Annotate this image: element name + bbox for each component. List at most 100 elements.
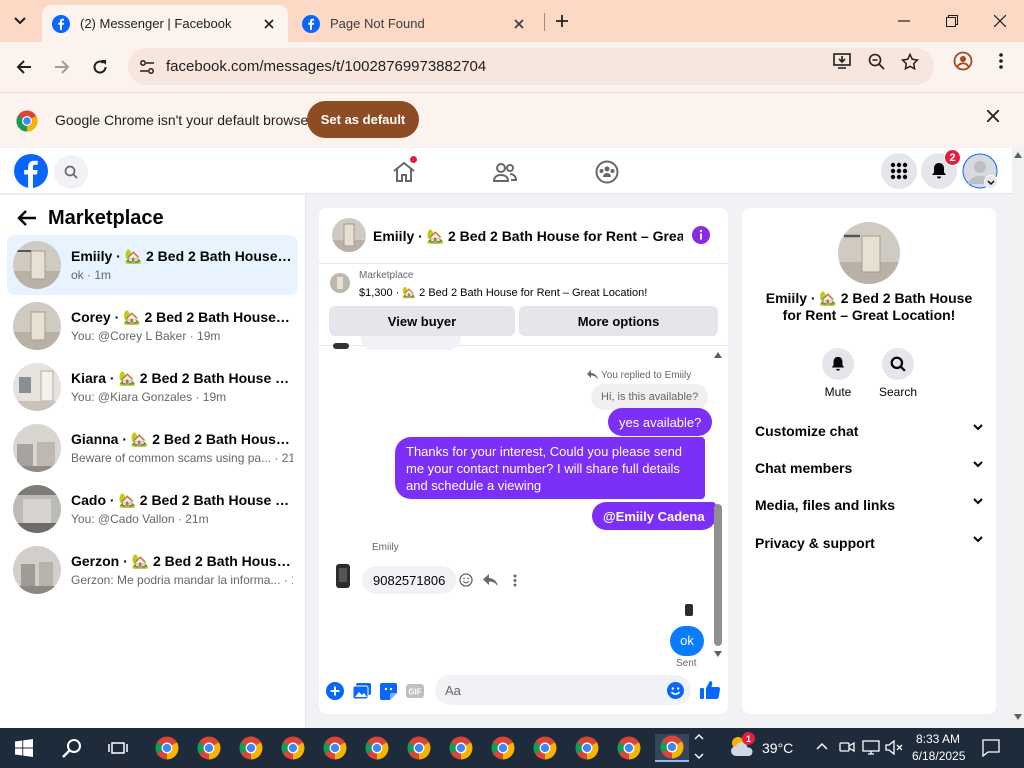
- section-chat-members[interactable]: Chat members: [755, 453, 983, 481]
- message-bubble-outgoing[interactable]: @Emiily Cadena: [592, 502, 716, 530]
- scroll-down-icon[interactable]: [714, 651, 722, 657]
- meet-now-icon[interactable]: [839, 740, 855, 754]
- section-media-files-links[interactable]: Media, files and links: [755, 490, 983, 518]
- reload-button[interactable]: [84, 51, 116, 83]
- section-privacy-support[interactable]: Privacy & support: [755, 528, 983, 556]
- react-icon[interactable]: [459, 573, 473, 587]
- facebook-logo-icon[interactable]: [14, 154, 48, 188]
- chrome-menu-button[interactable]: [988, 48, 1014, 74]
- page-scrollbar[interactable]: [1012, 148, 1024, 728]
- listing-title[interactable]: $1,300 · 🏡 2 Bed 2 Bath House for Rent –…: [359, 286, 647, 299]
- chrome-taskbar-icon[interactable]: [237, 734, 265, 762]
- chevron-up-icon[interactable]: [816, 742, 828, 750]
- scroll-up-icon[interactable]: [1014, 152, 1022, 158]
- restore-button[interactable]: [928, 0, 976, 42]
- install-app-button[interactable]: [829, 48, 855, 74]
- volume-muted-icon[interactable]: [885, 740, 903, 755]
- message-bubble-incoming[interactable]: 9082571806: [362, 566, 457, 594]
- forward-button[interactable]: [46, 51, 78, 83]
- start-button[interactable]: [10, 734, 38, 762]
- chrome-taskbar-icon[interactable]: [489, 734, 517, 762]
- taskbar-search-button[interactable]: [58, 734, 86, 762]
- clock-date[interactable]: 6/18/2025: [912, 749, 965, 763]
- notifications-button[interactable]: 2: [921, 149, 961, 189]
- info-icon[interactable]: [692, 226, 710, 244]
- minimize-button[interactable]: [880, 0, 928, 42]
- chrome-taskbar-icon[interactable]: [405, 734, 433, 762]
- set-as-default-button[interactable]: Set as default: [307, 101, 419, 138]
- section-customize-chat[interactable]: Customize chat: [755, 416, 983, 444]
- chrome-taskbar-icon[interactable]: [363, 734, 391, 762]
- reply-icon[interactable]: [483, 574, 498, 587]
- menu-button[interactable]: [881, 153, 917, 189]
- view-buyer-button[interactable]: View buyer: [329, 306, 515, 336]
- new-tab-button[interactable]: [550, 9, 574, 33]
- chrome-taskbar-icon[interactable]: [573, 734, 601, 762]
- chrome-taskbar-icon[interactable]: [195, 734, 223, 762]
- task-view-button[interactable]: [104, 734, 132, 762]
- conversation-item[interactable]: Emiily · 🏡 2 Bed 2 Bath House for Rent –…: [7, 235, 298, 295]
- tab-search-button[interactable]: [6, 8, 34, 34]
- conversation-item[interactable]: Corey · 🏡 2 Bed 2 Bath House for Rent – …: [7, 296, 298, 356]
- nav-home[interactable]: [386, 154, 422, 190]
- close-tab-button[interactable]: [260, 15, 278, 33]
- conversation-item[interactable]: Gerzon · 🏡 2 Bed 2 Bath House for Rent –…: [7, 540, 298, 600]
- tab-messenger[interactable]: (2) Messenger | Facebook: [42, 5, 288, 42]
- search-in-conversation-button[interactable]: Search: [873, 348, 923, 399]
- sender-avatar[interactable]: [336, 564, 350, 588]
- network-icon[interactable]: [862, 740, 880, 755]
- message-input[interactable]: Aa: [435, 675, 691, 705]
- message-bubble-outgoing[interactable]: Thanks for your interest, Could you plea…: [395, 437, 705, 499]
- more-vertical-icon[interactable]: [513, 574, 517, 587]
- message-bubble-outgoing[interactable]: ok: [670, 626, 704, 656]
- scroll-down-icon[interactable]: [1014, 714, 1022, 720]
- tab-page-not-found[interactable]: Page Not Found: [292, 5, 538, 42]
- arrow-left-icon[interactable]: [16, 207, 38, 229]
- scroll-up-icon[interactable]: [714, 352, 722, 358]
- message-bubble-outgoing[interactable]: yes available?: [608, 408, 713, 436]
- close-icon[interactable]: [987, 110, 999, 122]
- clock-time[interactable]: 8:33 AM: [916, 732, 960, 746]
- weather-temperature[interactable]: 39°C: [762, 740, 793, 756]
- conversation-item[interactable]: Gianna · 🏡 2 Bed 2 Bath House for Rent –…: [7, 418, 298, 478]
- conversation-item[interactable]: Kiara · 🏡 2 Bed 2 Bath House for Rent – …: [7, 357, 298, 417]
- taskbar-overflow[interactable]: [694, 732, 704, 764]
- chrome-taskbar-icon[interactable]: [279, 734, 307, 762]
- mute-button[interactable]: Mute: [813, 348, 863, 399]
- notifications-center-icon[interactable]: [982, 739, 1000, 757]
- close-tab-button[interactable]: [510, 15, 528, 33]
- profile-button[interactable]: [950, 48, 976, 74]
- back-button[interactable]: [8, 51, 40, 83]
- chat-scrollbar-thumb[interactable]: [714, 504, 722, 646]
- close-window-button[interactable]: [976, 0, 1024, 42]
- nav-groups[interactable]: [589, 154, 625, 190]
- chrome-taskbar-icon[interactable]: [321, 734, 349, 762]
- gif-button[interactable]: GIF: [405, 681, 425, 701]
- weather-widget[interactable]: 1: [728, 732, 758, 762]
- chrome-taskbar-icon[interactable]: [153, 734, 181, 762]
- chrome-taskbar-icon-active[interactable]: [655, 734, 689, 762]
- conversation-title: Kiara · 🏡 2 Bed 2 Bath House for Rent – …: [71, 370, 293, 386]
- address-bar[interactable]: facebook.com/messages/t/1002876997388270…: [128, 48, 934, 85]
- more-options-button[interactable]: More options: [519, 306, 718, 336]
- nav-friends[interactable]: [487, 154, 523, 190]
- quoted-message[interactable]: Hi, is this available?: [591, 384, 709, 410]
- search-button[interactable]: [54, 155, 88, 189]
- account-button[interactable]: [962, 153, 998, 189]
- plus-button[interactable]: [325, 681, 345, 701]
- zoom-button[interactable]: [863, 48, 889, 74]
- like-button[interactable]: [699, 679, 721, 701]
- emoji-icon[interactable]: [667, 682, 684, 699]
- chat-avatar[interactable]: [332, 218, 366, 252]
- sticker-button[interactable]: [378, 681, 398, 701]
- chat-title[interactable]: Emiily · 🏡 2 Bed 2 Bath House for Rent –…: [373, 228, 683, 245]
- bookmark-button[interactable]: [897, 48, 923, 74]
- photo-button[interactable]: [352, 681, 372, 701]
- tab-strip: (2) Messenger | Facebook Page Not Found: [0, 0, 1024, 42]
- chrome-taskbar-icon[interactable]: [615, 734, 643, 762]
- conversation-item[interactable]: Cado · 🏡 2 Bed 2 Bath House for Rent – G…: [7, 479, 298, 539]
- site-info-button[interactable]: [136, 56, 158, 78]
- chrome-taskbar-icon[interactable]: [447, 734, 475, 762]
- conversation-avatar[interactable]: [838, 222, 900, 284]
- chrome-taskbar-icon[interactable]: [531, 734, 559, 762]
